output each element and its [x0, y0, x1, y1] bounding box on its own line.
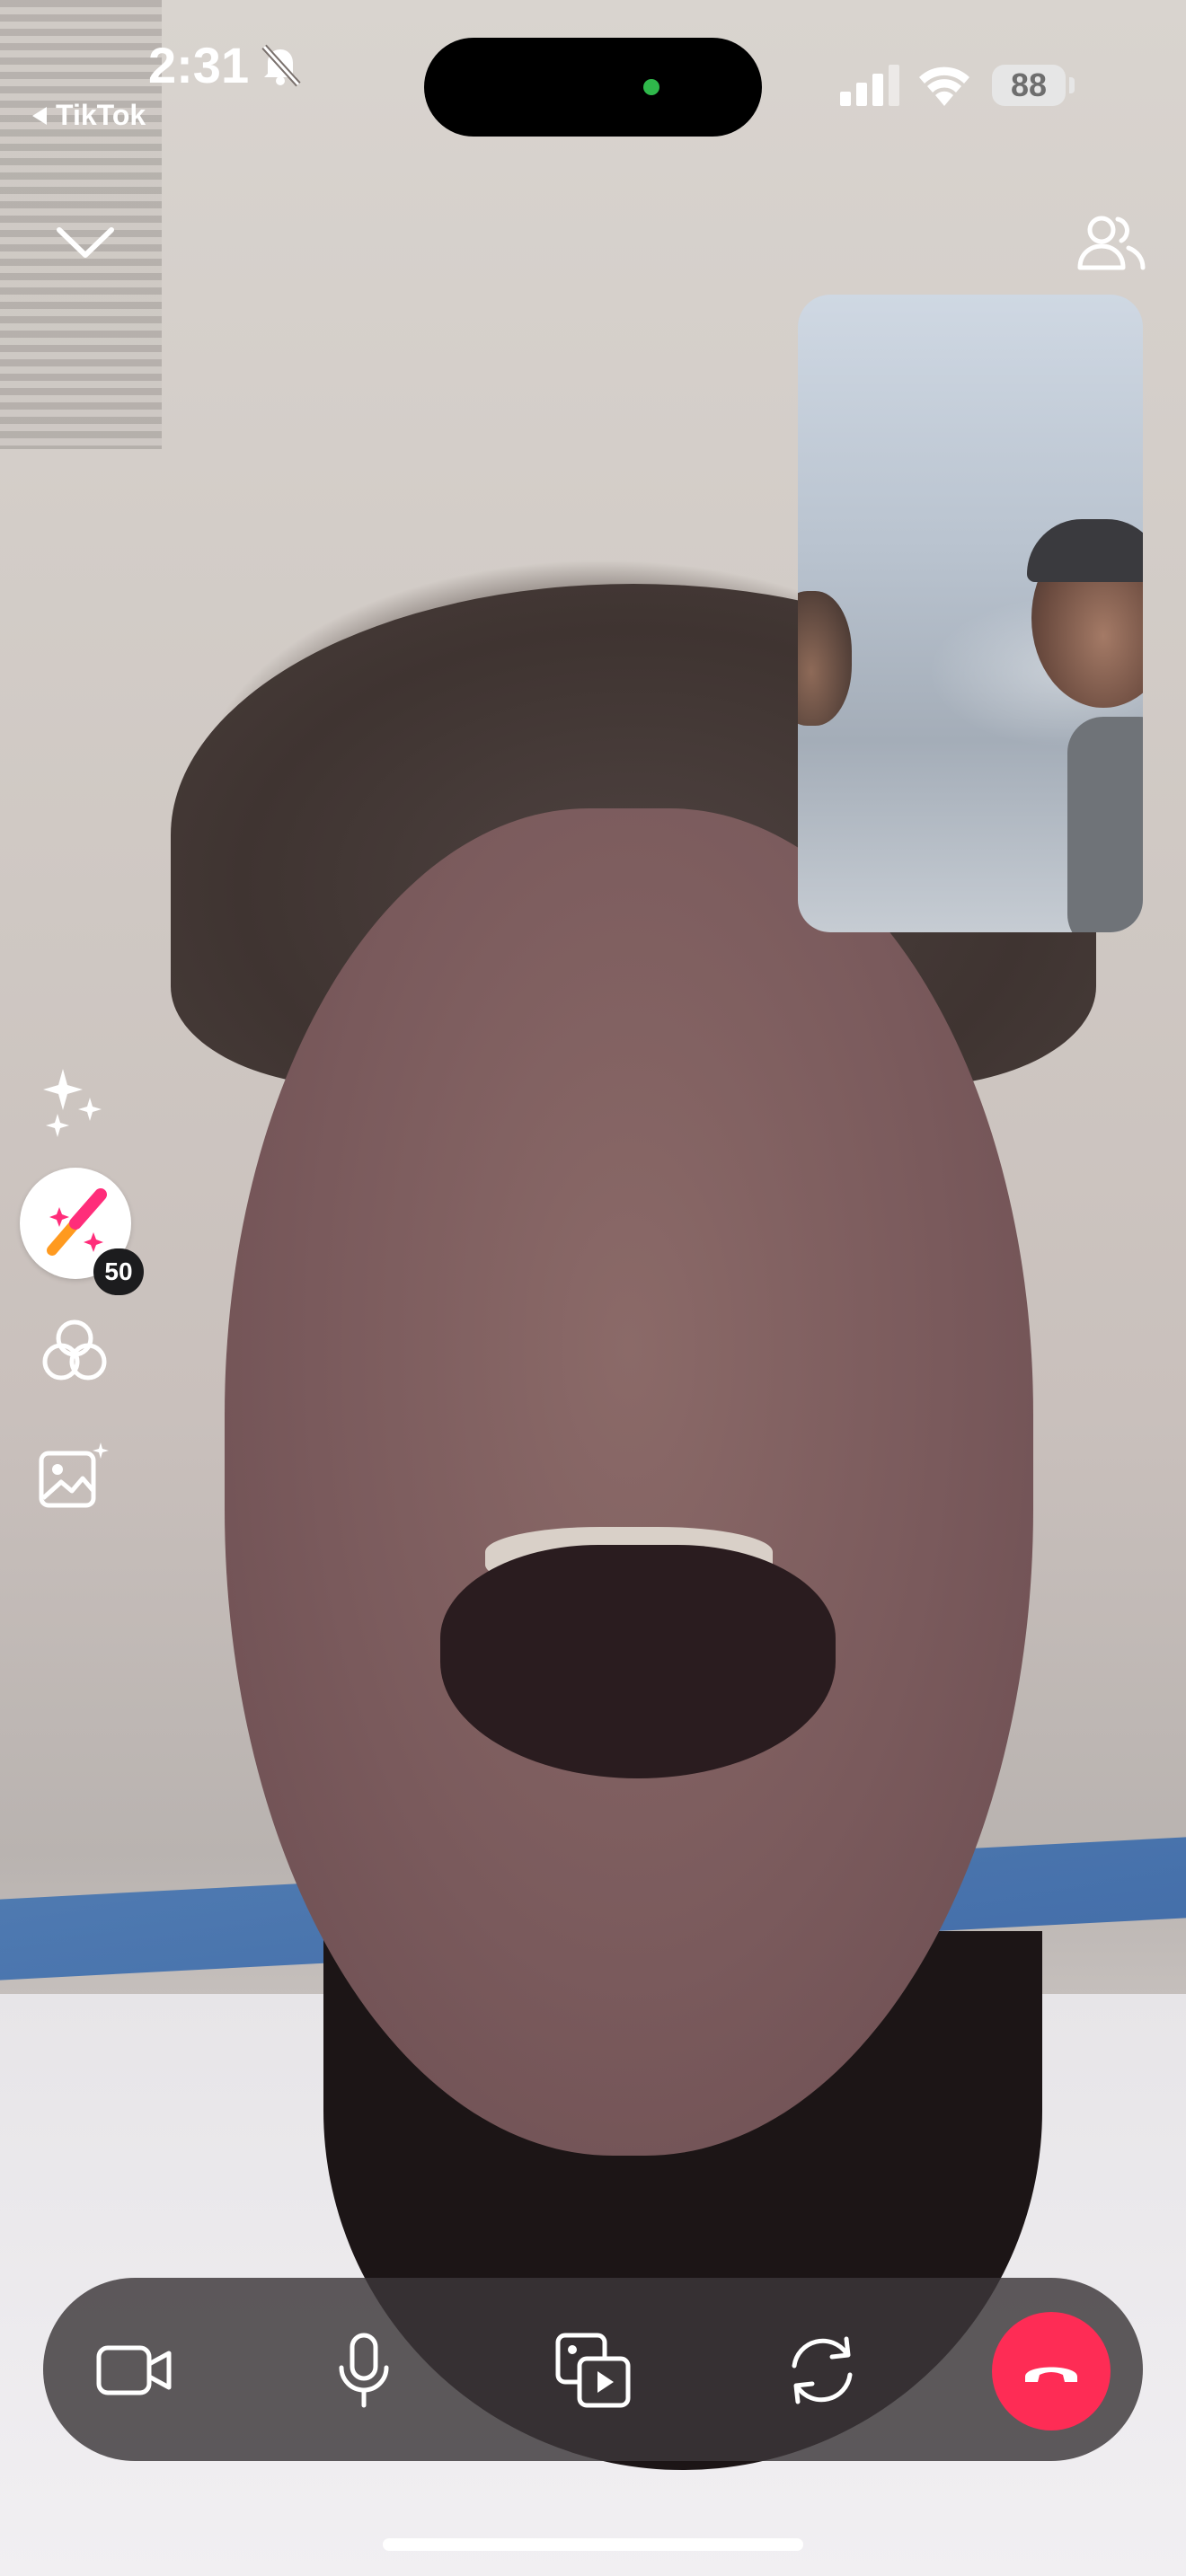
- sparkles-icon[interactable]: [38, 1065, 110, 1137]
- back-triangle-icon: [32, 106, 47, 125]
- remote-person-body: [1067, 717, 1143, 932]
- bell-slash-icon: [261, 44, 301, 87]
- back-to-app-link[interactable]: TikTok: [32, 99, 146, 132]
- end-call-button[interactable]: [992, 2312, 1111, 2430]
- cellular-signal-icon: [840, 65, 899, 106]
- battery-icon: 88: [992, 65, 1066, 106]
- remote-person-hood: [1027, 519, 1143, 582]
- background-image-icon[interactable]: [38, 1441, 111, 1509]
- filters-icon[interactable]: [36, 1315, 113, 1387]
- wifi-icon: [919, 66, 969, 106]
- effects-count-badge: 50: [93, 1248, 144, 1295]
- microphone-toggle-button[interactable]: [314, 2321, 413, 2420]
- remote-second-person: [798, 591, 852, 726]
- chevron-down-icon[interactable]: [54, 216, 117, 269]
- share-media-button[interactable]: [544, 2321, 642, 2420]
- remote-video-pip[interactable]: [798, 295, 1143, 932]
- share-media-icon: [555, 2333, 631, 2408]
- mouth: [440, 1545, 836, 1778]
- flip-camera-button[interactable]: [773, 2321, 872, 2420]
- camera-in-use-indicator: [643, 79, 659, 95]
- status-time: 2:31: [148, 37, 250, 93]
- battery-nub: [1069, 77, 1075, 93]
- end-call-icon: [1025, 2367, 1077, 2382]
- video-camera-icon: [96, 2345, 172, 2395]
- flip-camera-icon: [792, 2336, 853, 2404]
- microphone-icon: [339, 2333, 389, 2408]
- dynamic-island: [424, 38, 762, 137]
- camera-toggle-button[interactable]: [84, 2321, 183, 2420]
- people-icon[interactable]: [1075, 210, 1146, 275]
- face: [225, 808, 1033, 2156]
- status-bar: 2:31 TikTok 88: [0, 0, 1186, 144]
- back-app-label: TikTok: [56, 99, 146, 131]
- home-indicator[interactable]: [383, 2538, 803, 2551]
